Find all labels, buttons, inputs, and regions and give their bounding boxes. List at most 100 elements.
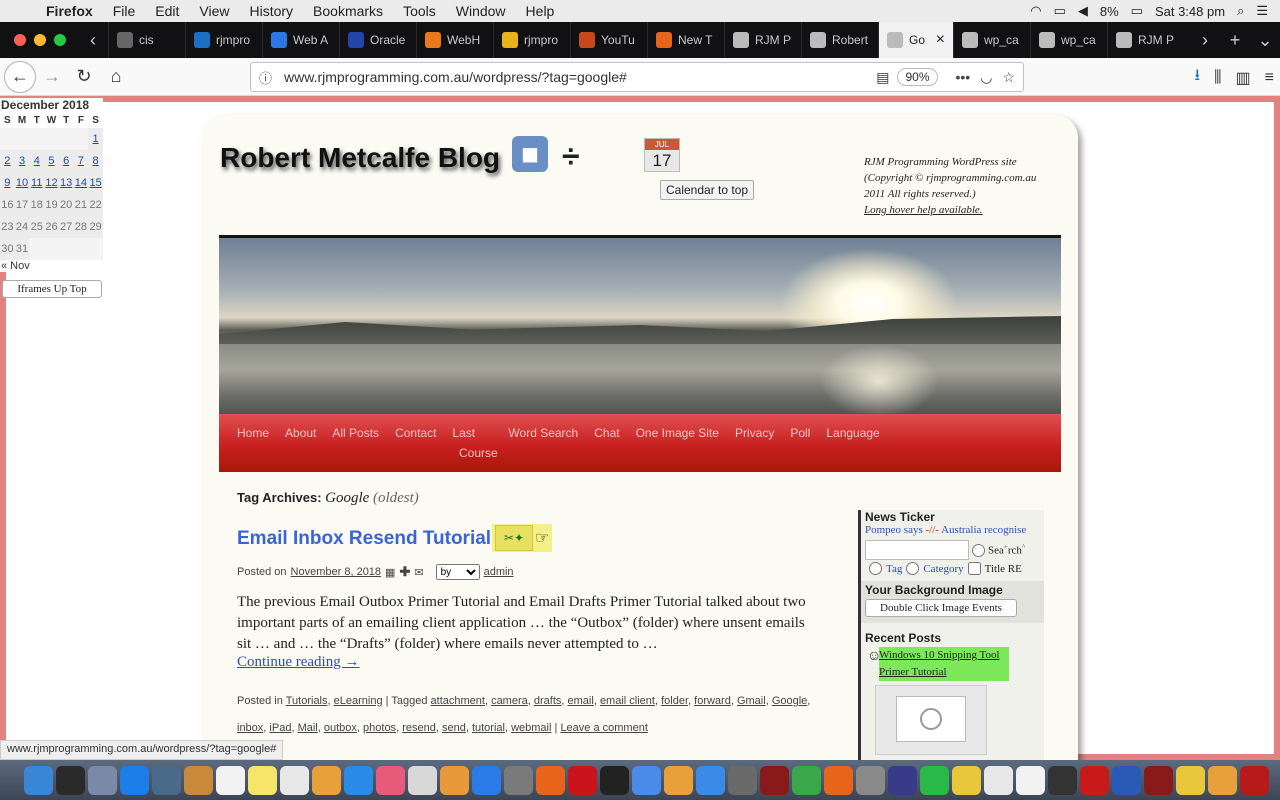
tag-link[interactable]: photos	[363, 722, 396, 734]
tab-4[interactable]: WebH	[416, 22, 493, 58]
menu-help[interactable]: Help	[516, 3, 565, 19]
calendar-day[interactable]: 3	[14, 150, 30, 172]
calendar-day[interactable]: 7	[73, 150, 89, 172]
double-click-image-events-button[interactable]: Double Click Image Events	[865, 599, 1017, 617]
calendar-day[interactable]: 13	[58, 172, 74, 194]
continue-reading-link[interactable]: Continue reading →	[237, 654, 359, 671]
calendar-day[interactable]: 4	[29, 150, 45, 172]
pointing-hand-icon[interactable]: ☞	[535, 528, 549, 548]
minimize-window-button[interactable]	[34, 34, 46, 46]
dock-app-icon[interactable]	[184, 765, 213, 795]
calendar-day[interactable]: 8	[88, 150, 103, 172]
tag-link[interactable]: webmail	[511, 722, 551, 734]
battery-percent[interactable]: 8%	[1100, 4, 1119, 19]
calendar-day[interactable]: 15	[88, 172, 103, 194]
nav-privacy[interactable]: Privacy	[727, 422, 782, 444]
scissors-runners-icon[interactable]: ✂✦	[495, 525, 533, 551]
divide-icon[interactable]: ÷	[562, 138, 580, 175]
url-text[interactable]: www.rjmprogramming.com.au/wordpress/?tag…	[284, 69, 876, 85]
dock-app-icon[interactable]	[216, 765, 245, 795]
dock-app-icon[interactable]	[792, 765, 821, 795]
url-bar[interactable]: ⓘ www.rjmprogramming.com.au/wordpress/?t…	[250, 62, 1024, 92]
dock-app-icon[interactable]	[472, 765, 501, 795]
close-tab-icon[interactable]: ×	[936, 31, 945, 49]
calendar-day[interactable]: 6	[58, 150, 74, 172]
dock-app-icon[interactable]	[504, 765, 533, 795]
pocket-icon[interactable]: ◡	[980, 69, 992, 86]
zoom-window-button[interactable]	[54, 34, 66, 46]
dock-app-icon[interactable]	[984, 765, 1013, 795]
dock-app-icon[interactable]	[1016, 765, 1045, 795]
tab-7[interactable]: New T	[647, 22, 724, 58]
title-re-checkbox[interactable]	[967, 562, 981, 575]
calendar-day[interactable]: 9	[0, 172, 15, 194]
reload-icon[interactable]: ↻	[68, 61, 100, 93]
tab-5[interactable]: rjmpro	[493, 22, 570, 58]
close-window-button[interactable]	[14, 34, 26, 46]
battery-icon[interactable]: ▭	[1131, 3, 1143, 19]
tag-radio[interactable]	[869, 562, 882, 575]
calendar-day[interactable]: 14	[73, 172, 89, 194]
nav-language[interactable]: Language	[818, 422, 887, 444]
hover-help-link[interactable]: Long hover help available.	[864, 202, 1064, 218]
nav-word-search[interactable]: Word Search	[500, 422, 586, 444]
dock-app-icon[interactable]	[888, 765, 917, 795]
dock-app-icon[interactable]	[760, 765, 789, 795]
dock-app-icon[interactable]	[1144, 765, 1173, 795]
volume-icon[interactable]: ◀	[1078, 3, 1088, 19]
dock-app-icon[interactable]	[248, 765, 277, 795]
nav-contact[interactable]: Contact	[387, 422, 444, 444]
tab-scroll-left-icon[interactable]: ‹	[78, 30, 108, 51]
menu-firefox[interactable]: Firefox	[36, 3, 103, 19]
clock[interactable]: Sat 3:48 pm	[1155, 4, 1225, 19]
author-link[interactable]: admin	[484, 566, 514, 578]
leave-comment-link[interactable]: Leave a comment	[560, 722, 647, 734]
dock-app-icon[interactable]	[344, 765, 373, 795]
new-tab-icon[interactable]: +	[1220, 30, 1250, 51]
tag-link[interactable]: drafts	[534, 695, 562, 707]
tag-link[interactable]: Gmail	[737, 695, 766, 707]
site-title[interactable]: Robert Metcalfe Blog	[220, 142, 500, 174]
downloads-icon[interactable]: ⭳	[1195, 64, 1201, 91]
calendar-day[interactable]: 11	[29, 172, 45, 194]
tag-link[interactable]: inbox	[237, 722, 263, 734]
nav-chat[interactable]: Chat	[586, 422, 627, 444]
dock-app-icon[interactable]	[824, 765, 853, 795]
archive-order[interactable]: (oldest)	[373, 490, 419, 506]
tab-2[interactable]: Web A	[262, 22, 339, 58]
dock-app-icon[interactable]	[408, 765, 437, 795]
spotlight-icon[interactable]: ⌕	[1237, 3, 1244, 19]
dock-app-icon[interactable]	[1112, 765, 1141, 795]
forward-icon[interactable]: →	[36, 61, 68, 93]
dock-app-icon[interactable]	[280, 765, 309, 795]
tag-link[interactable]: camera	[491, 695, 528, 707]
nav-all-posts[interactable]: All Posts	[324, 422, 387, 444]
tab-active[interactable]: Go ×	[878, 22, 953, 58]
tab-13[interactable]: RJM P	[1107, 22, 1184, 58]
calendar-icon[interactable]: JUL 17	[644, 138, 680, 172]
menu-file[interactable]: File	[103, 3, 146, 19]
bookmark-star-icon[interactable]: ☆	[1002, 69, 1015, 86]
dock-app-icon[interactable]	[568, 765, 597, 795]
site-info-icon[interactable]: ⓘ	[259, 68, 272, 87]
recent-post-thumbnail[interactable]	[875, 685, 987, 755]
dock-app-icon[interactable]	[56, 765, 85, 795]
dock-app-icon[interactable]	[1240, 765, 1269, 795]
menu-edit[interactable]: Edit	[145, 3, 189, 19]
recent-post-link[interactable]: Windows 10 Snipping Tool Primer Tutorial	[879, 647, 1009, 681]
sidebar-icon[interactable]: ▥	[1236, 68, 1251, 88]
dock-app-icon[interactable]	[632, 765, 661, 795]
dock-app-icon[interactable]	[1080, 765, 1109, 795]
tag-link[interactable]: email client	[600, 695, 655, 707]
tab-scroll-right-icon[interactable]: ›	[1190, 30, 1220, 51]
zoom-level[interactable]: 90%	[897, 68, 938, 86]
tab-9[interactable]: Robert	[801, 22, 878, 58]
nav-last-course-line2[interactable]: Course	[459, 446, 498, 460]
calendar-small-icon[interactable]: ▦	[385, 566, 395, 579]
dock-app-icon[interactable]	[1176, 765, 1205, 795]
menu-window[interactable]: Window	[446, 3, 516, 19]
dock-app-icon[interactable]	[920, 765, 949, 795]
category-radio[interactable]	[906, 562, 920, 575]
dock-app-icon[interactable]	[120, 765, 149, 795]
tag-link[interactable]: iPad	[269, 722, 291, 734]
